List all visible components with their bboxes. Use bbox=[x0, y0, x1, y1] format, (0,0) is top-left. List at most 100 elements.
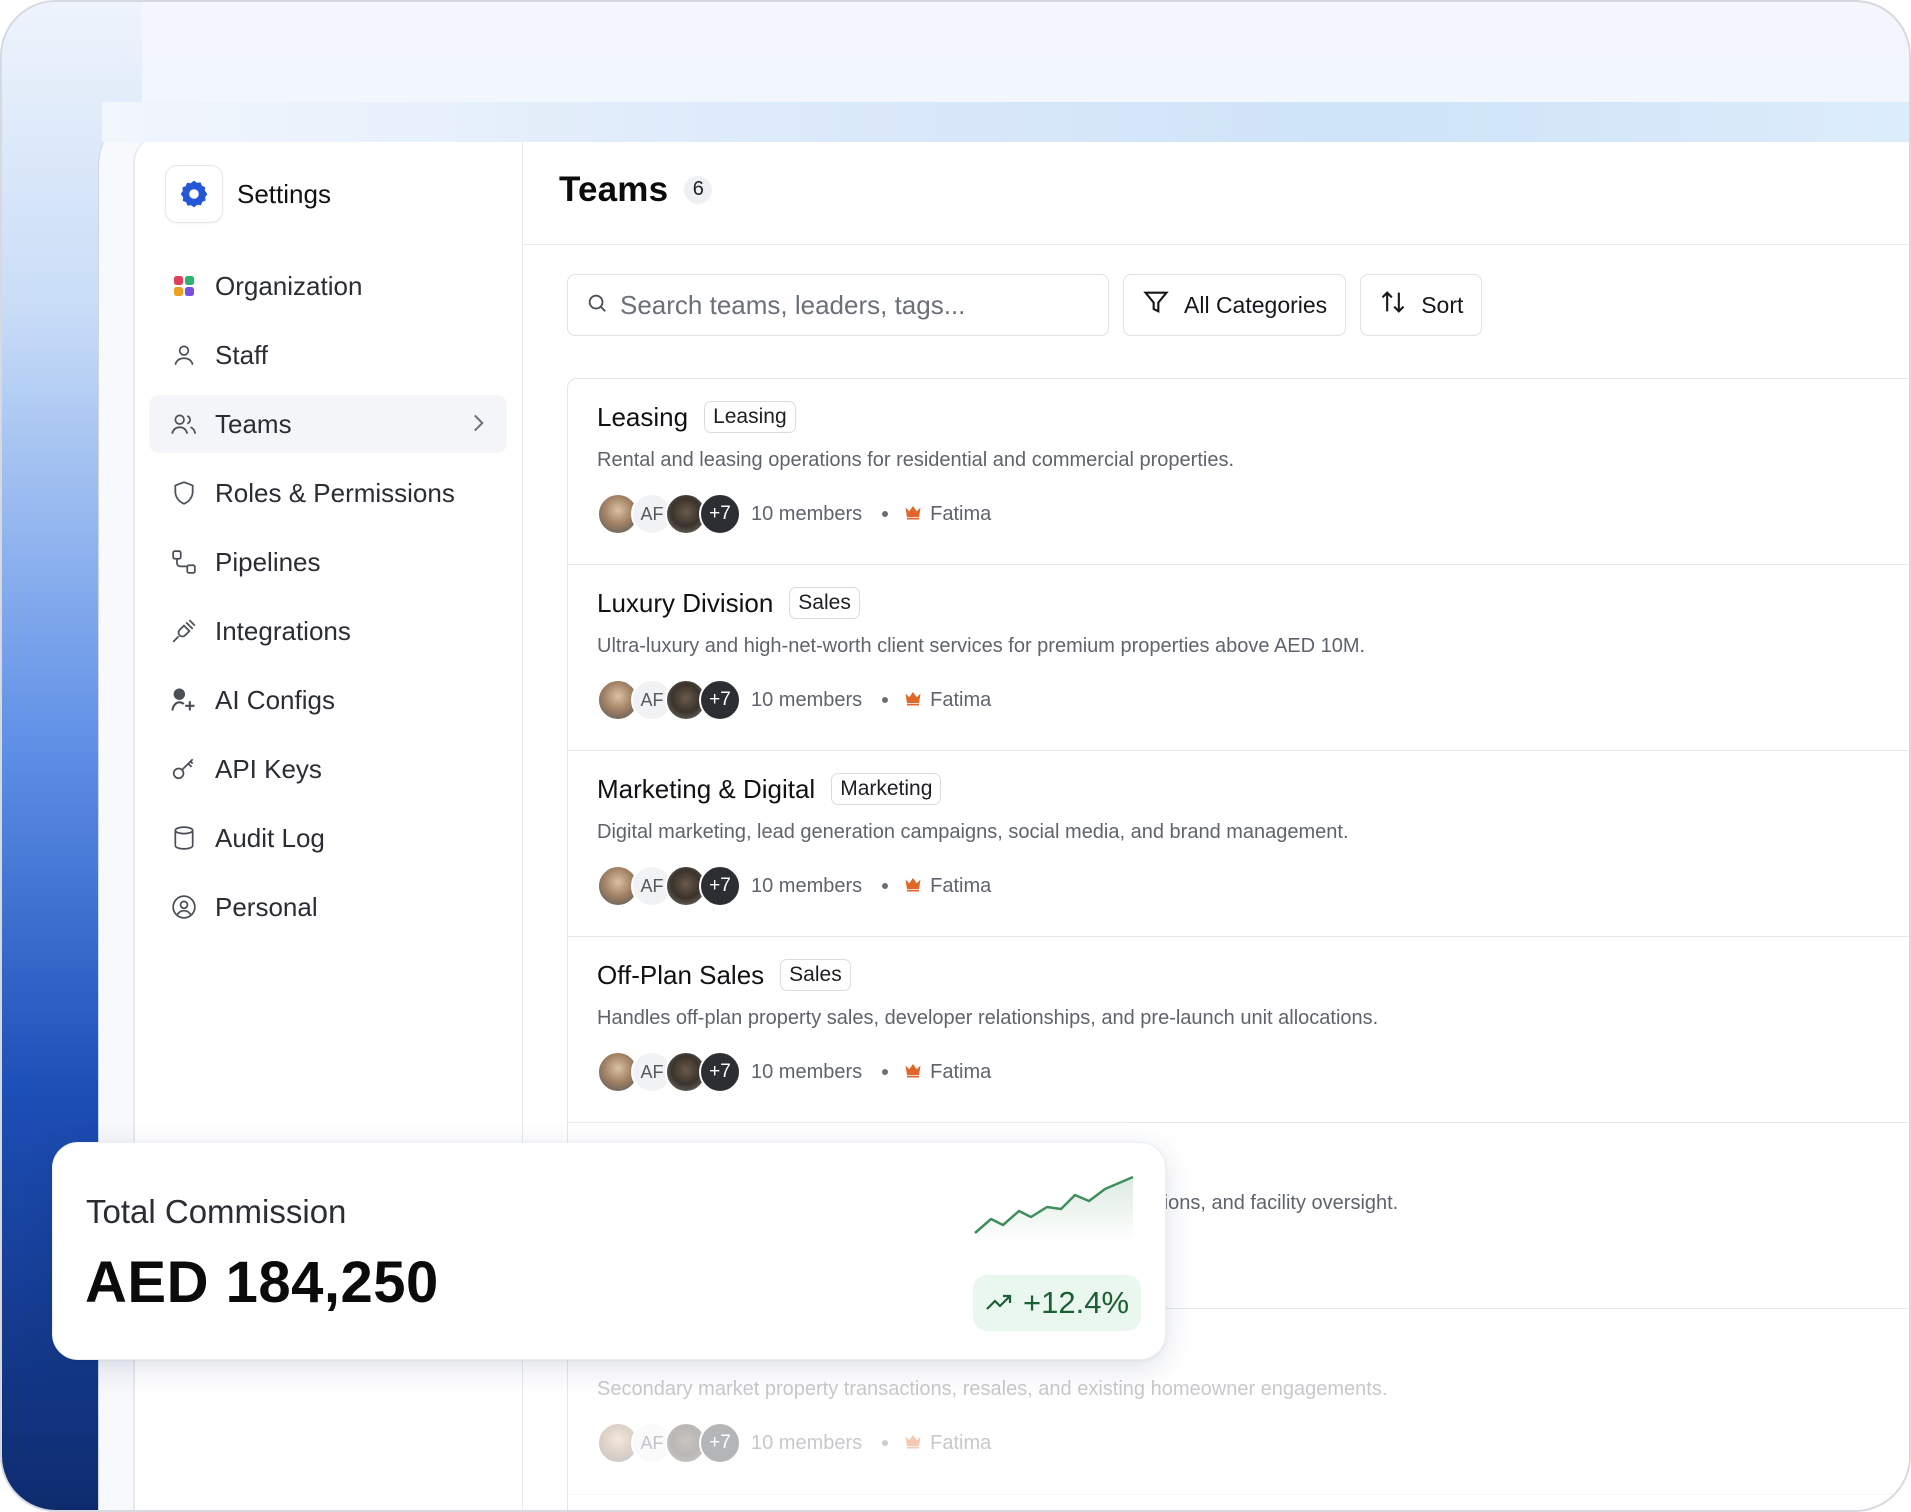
sidebar-item-label: AI Configs bbox=[215, 684, 335, 715]
crown-icon bbox=[904, 503, 922, 526]
commission-label: Total Commission bbox=[86, 1193, 347, 1230]
page-header: Teams 6 bbox=[523, 135, 1909, 245]
member-count: 10 members bbox=[751, 688, 863, 711]
sidebar-item-staff[interactable]: Staff bbox=[149, 326, 507, 384]
sidebar-item-integrations[interactable]: Integrations bbox=[149, 602, 507, 660]
search-icon bbox=[586, 292, 608, 319]
crown-icon bbox=[904, 1061, 922, 1084]
commission-card: Total Commission AED 184,250 +12.4% bbox=[52, 1142, 1166, 1360]
sort-label: Sort bbox=[1421, 291, 1464, 318]
ai-user-icon bbox=[169, 685, 199, 715]
team-name[interactable]: Luxury Division bbox=[597, 588, 773, 619]
sidebar-nav: Organization Staff Teams Roles & Permiss… bbox=[149, 257, 507, 947]
separator-dot bbox=[882, 1069, 889, 1075]
team-row[interactable]: Off-Plan Sales Sales Handles off-plan pr… bbox=[568, 937, 1909, 1123]
page-title: Teams bbox=[559, 169, 669, 209]
sidebar-item-label: Teams bbox=[215, 408, 292, 439]
sidebar-item-label: Pipelines bbox=[215, 546, 321, 577]
trend-value: +12.4% bbox=[1023, 1285, 1130, 1320]
team-tag: Leasing bbox=[704, 401, 796, 433]
separator-dot bbox=[882, 1440, 889, 1446]
team-description: Handles off-plan property sales, develop… bbox=[597, 1007, 1379, 1029]
search-input[interactable] bbox=[620, 289, 1090, 321]
sidebar-item-api-keys[interactable]: API Keys bbox=[149, 740, 507, 798]
team-description: Digital marketing, lead generation campa… bbox=[597, 821, 1349, 843]
avatar-more-count: +7 bbox=[699, 1051, 741, 1093]
member-avatars[interactable]: AF +7 bbox=[597, 679, 741, 721]
pipeline-icon bbox=[169, 547, 199, 577]
team-row[interactable]: Luxury Division Sales Ultra-luxury and h… bbox=[568, 565, 1909, 751]
sidebar-item-label: Integrations bbox=[215, 615, 351, 646]
leader-name: Fatima bbox=[930, 688, 992, 711]
team-description: Ultra-luxury and high-net-worth client s… bbox=[597, 635, 1366, 657]
team-tag: Marketing bbox=[831, 773, 942, 805]
chevron-right-icon bbox=[465, 410, 491, 443]
sidebar-title: Settings bbox=[237, 178, 331, 209]
sidebar-brand: Settings bbox=[165, 165, 331, 223]
member-count: 10 members bbox=[751, 1431, 863, 1454]
team-row[interactable]: Leasing Leasing Rental and leasing opera… bbox=[568, 379, 1909, 565]
sparkline-chart bbox=[974, 1175, 1134, 1243]
avatar-more-count: +7 bbox=[699, 493, 741, 535]
team-row[interactable]: Marketing & Digital Marketing Digital ma… bbox=[568, 751, 1909, 937]
sidebar-item-label: Personal bbox=[215, 891, 318, 922]
team-tag: Sales bbox=[780, 959, 851, 991]
avatar-more-count: +7 bbox=[699, 679, 741, 721]
team-description: Rental and leasing operations for reside… bbox=[597, 449, 1235, 471]
leader-name: Fatima bbox=[930, 1431, 992, 1454]
member-count: 10 members bbox=[751, 1060, 863, 1083]
sidebar-item-teams[interactable]: Teams bbox=[149, 395, 507, 453]
sidebar-item-label: Roles & Permissions bbox=[215, 477, 455, 508]
trending-up-icon bbox=[985, 1285, 1013, 1321]
settings-logo-icon bbox=[165, 165, 223, 223]
member-avatars[interactable]: AF +7 bbox=[597, 493, 741, 535]
team-count-badge: 6 bbox=[684, 175, 713, 204]
sidebar-item-personal[interactable]: Personal bbox=[149, 878, 507, 936]
sidebar-item-label: Staff bbox=[215, 339, 269, 370]
user-icon bbox=[169, 340, 199, 370]
database-icon bbox=[169, 823, 199, 853]
team-description: Secondary market property transactions, … bbox=[597, 1378, 1388, 1400]
category-filter-label: All Categories bbox=[1184, 291, 1328, 318]
commission-value: AED 184,250 bbox=[85, 1250, 439, 1315]
team-name[interactable]: Off-Plan Sales bbox=[597, 960, 764, 991]
users-icon bbox=[169, 409, 199, 439]
user-circle-icon bbox=[169, 892, 199, 922]
separator-dot bbox=[882, 697, 889, 703]
sidebar-item-label: API Keys bbox=[215, 753, 322, 784]
leader-name: Fatima bbox=[930, 874, 992, 897]
sidebar-item-label: Organization bbox=[215, 270, 363, 301]
member-avatars[interactable]: AF +7 bbox=[597, 1051, 741, 1093]
member-avatars[interactable]: AF +7 bbox=[597, 1422, 741, 1464]
member-avatars[interactable]: AF +7 bbox=[597, 865, 741, 907]
grid-dots-icon bbox=[169, 271, 199, 301]
sidebar-item-organization[interactable]: Organization bbox=[149, 257, 507, 315]
crown-icon bbox=[904, 689, 922, 712]
plug-icon bbox=[169, 616, 199, 646]
sidebar-item-audit-log[interactable]: Audit Log bbox=[149, 809, 507, 867]
crown-icon bbox=[904, 875, 922, 898]
team-leader: Fatima bbox=[904, 689, 991, 712]
shield-icon bbox=[169, 478, 199, 508]
sidebar-item-ai-configs[interactable]: AI Configs bbox=[149, 671, 507, 729]
team-leader: Fatima bbox=[904, 503, 991, 526]
sidebar-item-pipelines[interactable]: Pipelines bbox=[149, 533, 507, 591]
leader-name: Fatima bbox=[930, 1060, 992, 1083]
category-filter-button[interactable]: All Categories bbox=[1123, 274, 1347, 336]
search-box[interactable] bbox=[567, 274, 1109, 336]
team-leader: Fatima bbox=[904, 1061, 991, 1084]
team-leader: Fatima bbox=[904, 875, 991, 898]
avatar-more-count: +7 bbox=[699, 865, 741, 907]
team-name[interactable]: Leasing bbox=[597, 402, 688, 433]
toolbar: All Categories Sort bbox=[567, 274, 1483, 336]
sort-arrows-icon bbox=[1379, 288, 1407, 322]
trend-badge: +12.4% bbox=[973, 1275, 1142, 1331]
leader-name: Fatima bbox=[930, 502, 992, 525]
member-count: 10 members bbox=[751, 502, 863, 525]
team-name[interactable]: Marketing & Digital bbox=[597, 774, 815, 805]
crown-icon bbox=[904, 1432, 922, 1455]
sidebar-item-roles-permissions[interactable]: Roles & Permissions bbox=[149, 464, 507, 522]
separator-dot bbox=[882, 511, 889, 517]
team-leader: Fatima bbox=[904, 1432, 991, 1455]
sort-button[interactable]: Sort bbox=[1360, 274, 1483, 336]
